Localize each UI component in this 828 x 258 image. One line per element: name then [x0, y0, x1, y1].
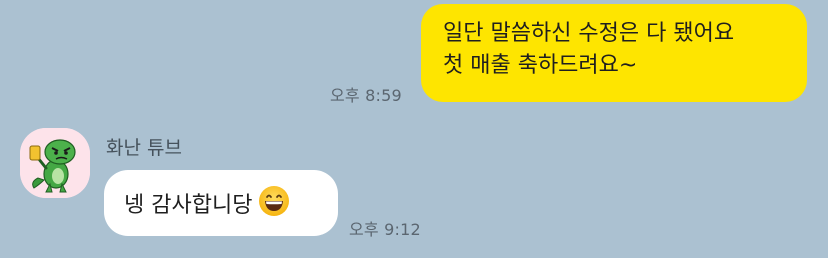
sender-avatar[interactable]	[20, 128, 90, 198]
outgoing-message-bubble[interactable]: 일단 말씀하신 수정은 다 됐어요 첫 매출 축하드려요~	[421, 4, 807, 102]
outgoing-message-line-1: 일단 말씀하신 수정은 다 됐어요	[443, 21, 735, 46]
sender-name: 화난 튜브	[106, 137, 182, 159]
incoming-message-timestamp: 오후 9:12	[349, 220, 421, 239]
outgoing-message-line-2: 첫 매출 축하드려요~	[443, 53, 638, 78]
angry-tube-character-icon	[20, 128, 90, 198]
incoming-message-text: 넹 감사합니당	[124, 193, 253, 218]
outgoing-message-timestamp: 오후 8:59	[330, 86, 402, 105]
incoming-message-bubble[interactable]: 넹 감사합니당	[104, 170, 338, 236]
grinning-face-emoji-icon	[258, 185, 290, 217]
